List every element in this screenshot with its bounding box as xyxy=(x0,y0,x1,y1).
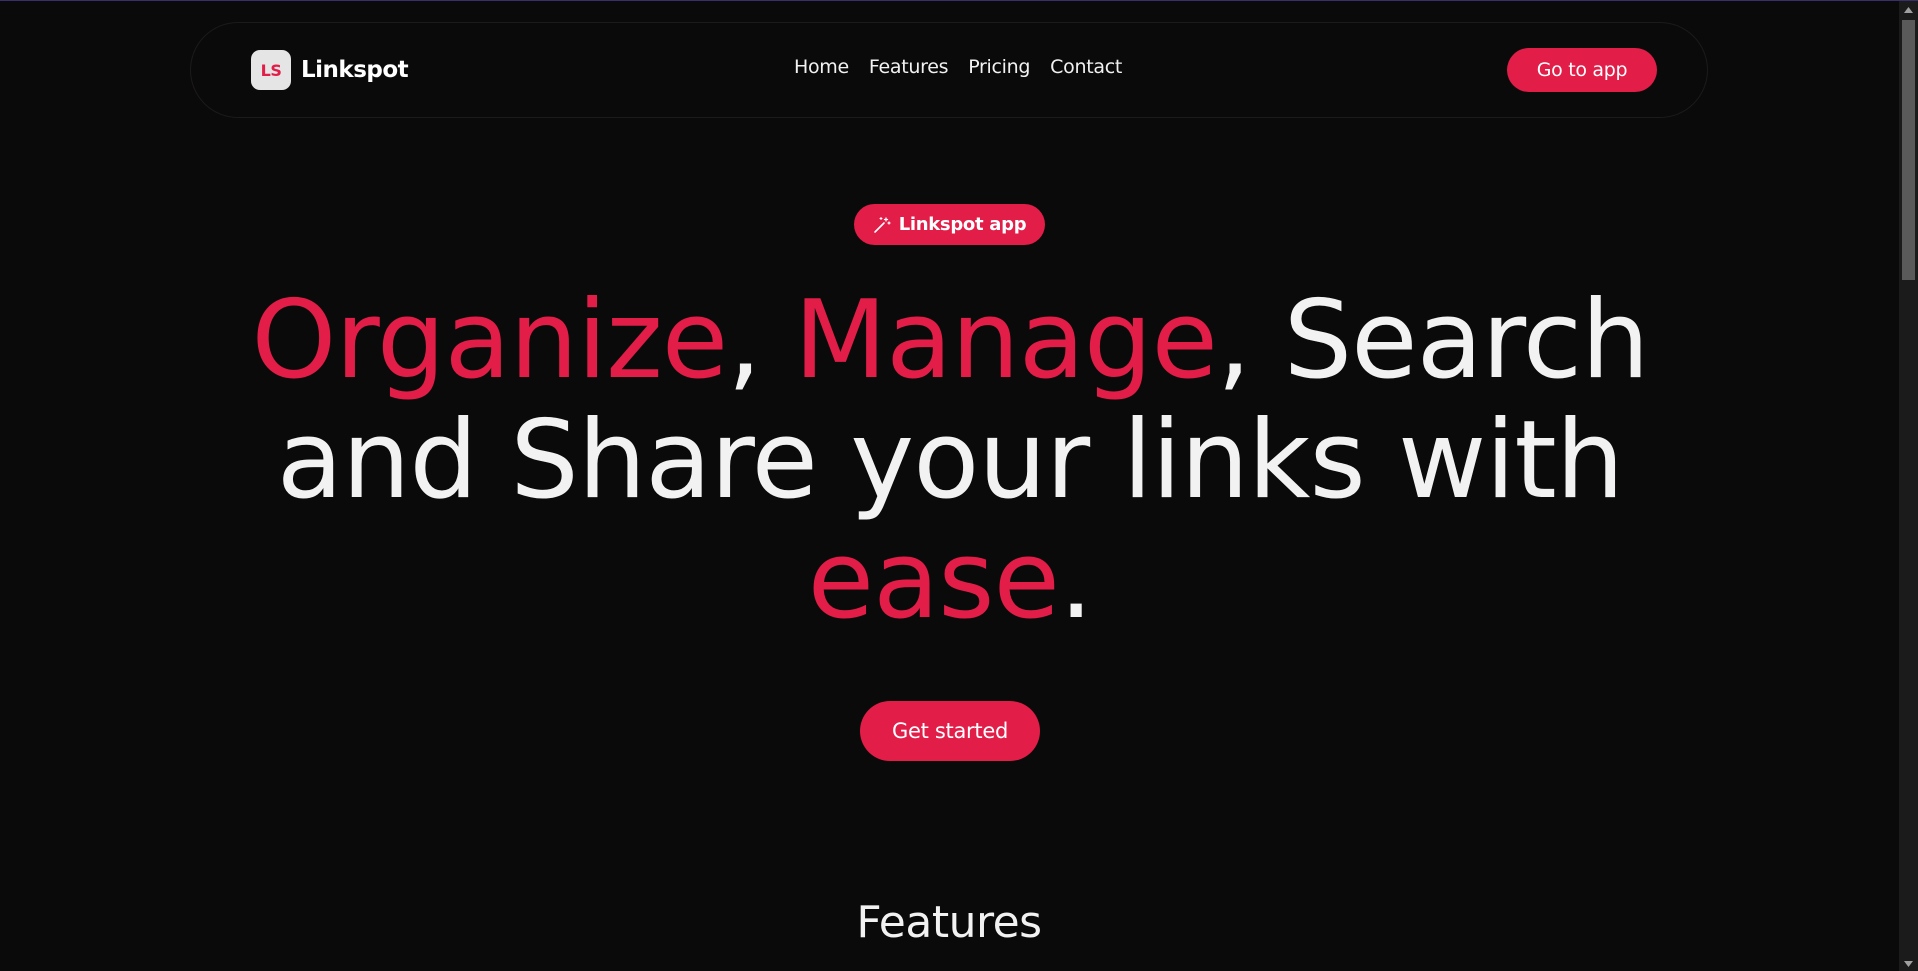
headline-search: , Search xyxy=(1216,278,1650,403)
nav-links: Home Features Pricing Contact xyxy=(794,56,1122,78)
brand-logo-text: LS xyxy=(260,60,282,80)
brand-logo: LS xyxy=(251,50,291,90)
scrollbar[interactable] xyxy=(1899,1,1918,971)
magic-wand-icon xyxy=(873,216,891,234)
headline-word-organize: Organize xyxy=(251,278,728,403)
page: LS Linkspot Home Features Pricing Contac… xyxy=(0,0,1918,971)
scroll-up-arrow-icon[interactable] xyxy=(1899,1,1918,18)
app-badge: Linkspot app xyxy=(854,204,1045,245)
badge-label: Linkspot app xyxy=(898,214,1027,235)
brand[interactable]: LS Linkspot xyxy=(251,50,409,90)
nav-link-home[interactable]: Home xyxy=(794,56,849,78)
headline-word-manage: Manage xyxy=(793,278,1218,403)
features-heading: Features xyxy=(856,897,1042,948)
get-started-label: Get started xyxy=(892,719,1008,743)
headline-comma-1: , xyxy=(727,278,794,403)
nav-link-contact[interactable]: Contact xyxy=(1050,56,1122,78)
get-started-button[interactable]: Get started xyxy=(860,701,1040,761)
nav-link-pricing[interactable]: Pricing xyxy=(968,56,1030,78)
headline-word-ease: ease xyxy=(807,518,1060,643)
headline-period: . xyxy=(1059,518,1093,643)
brand-name: Linkspot xyxy=(301,57,409,83)
headline-line-2: and Share your links with xyxy=(276,398,1624,523)
go-to-app-button[interactable]: Go to app xyxy=(1507,48,1657,92)
navbar: LS Linkspot Home Features Pricing Contac… xyxy=(190,22,1708,118)
go-to-app-label: Go to app xyxy=(1536,59,1628,81)
hero-headline: Organize, Manage, Search and Share your … xyxy=(150,281,1750,641)
scroll-thumb[interactable] xyxy=(1902,20,1915,280)
scroll-down-arrow-icon[interactable] xyxy=(1899,955,1918,971)
nav-link-features[interactable]: Features xyxy=(869,56,949,78)
